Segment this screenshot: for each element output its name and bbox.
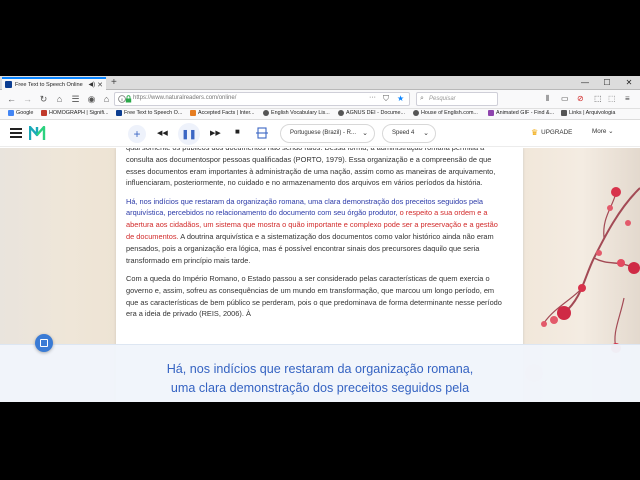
browser-window: Free Text to Speech Online ◀) ✕ + — ☐ ✕ … [0,76,640,402]
bookmark-google[interactable]: Google [8,110,33,116]
speaker-icon[interactable]: ◀) [89,81,96,88]
links-favicon-icon [561,110,567,116]
reading-mode-fab[interactable] [35,334,53,352]
subtitle-line-2: uma clara demonstração dos preceitos seg… [170,381,470,395]
maximize-button[interactable]: ☐ [596,76,618,90]
reader-toolbar: + ◀◀ ❚❚ ▶▶ ■ Portuguese (Brazil) - R... … [0,120,640,147]
accepted-facts-favicon-icon [190,110,196,116]
naturalreaders-favicon-icon [116,110,122,116]
url-bar[interactable]: https://www.naturalreaders.com/online/ ·… [114,92,410,106]
paragraph-3: Com a queda do Império Romano, o Estado … [126,273,502,319]
search-placeholder: Pesquisar [429,96,456,102]
menu-icon[interactable]: ≡ [625,94,630,103]
speed-label: Speed 4 [392,130,415,136]
globe-icon [413,110,419,116]
extension-2-icon[interactable]: ⬚ [608,94,616,103]
homograph-favicon-icon [41,110,47,116]
screen: Free Text to Speech Online ◀) ✕ + — ☐ ✕ … [0,0,640,480]
chevron-down-icon: ⌄ [423,130,429,137]
bookmark-accepted-facts[interactable]: Accepted Facts | Inter... [190,110,255,116]
bookmark-links-arquivologia[interactable]: Links | Arquivologia [561,110,615,116]
rewind-icon[interactable]: ◀◀ [157,129,168,137]
upgrade-label: UPGRADE [541,129,573,136]
library-books-icon[interactable]: ⫴ [546,94,549,104]
subtitle-overlay: Há, nos indícios que restaram da organiz… [0,344,640,402]
subtitle-line-1: Há, nos indícios que restaram da organiz… [166,362,474,376]
account-icon[interactable]: ◉ [85,93,98,106]
back-icon[interactable]: ← [5,93,18,106]
naturalreaders-favicon-icon [5,81,12,88]
page-actions-icon[interactable]: ··· [369,94,376,101]
lock-icon [125,95,132,103]
globe-icon [263,110,269,116]
bookmark-homograph[interactable]: HOMOGRAPH | Signifi... [41,110,109,116]
speed-selector[interactable]: Speed 4 ⌄ [382,124,436,143]
bookmark-star-icon[interactable]: ★ [397,94,404,103]
bookmark-house-of-english[interactable]: House of English.com... [413,110,478,116]
pocket-icon[interactable]: ☰ [69,93,82,106]
bookmarks-bar: Google HOMOGRAPH | Signifi... Free Text … [0,109,640,120]
globe-icon [338,110,344,116]
paragraph-1: qual somente os públicos dos documentos … [126,148,496,188]
close-window-button[interactable]: ✕ [618,76,640,90]
gif-favicon-icon [488,110,494,116]
tab-strip: Free Text to Speech Online ◀) ✕ + — ☐ ✕ [0,76,640,90]
new-tab-button[interactable]: + [111,76,117,89]
fast-forward-icon[interactable]: ▶▶ [210,129,221,137]
pocket-save-icon[interactable]: ⛉ [383,94,389,104]
bookmark-animated-gif[interactable]: Animated GIF - Find &... [488,110,554,116]
search-icon: ⌕ [420,95,424,102]
voice-selector[interactable]: Portuguese (Brazil) - R... ⌄ [280,124,375,143]
paragraph-2: Há, nos indícios que restaram da organiz… [126,196,504,267]
extension-icon[interactable]: ⬚ [594,94,602,103]
pause-button[interactable]: ❚❚ [178,123,200,145]
library-icon[interactable]: ⌂ [53,93,66,106]
navigation-bar: ← → ↻ ⌂ ☰ ◉ ⌂ https://www.naturalreaders… [0,90,640,109]
google-favicon-icon [8,110,14,116]
add-document-button[interactable]: + [128,125,146,143]
upgrade-button[interactable]: ♛ UPGRADE [531,128,572,137]
tab-title: Free Text to Speech Online [15,81,83,88]
reload-icon[interactable]: ↻ [37,93,50,106]
minimize-button[interactable]: — [574,76,596,90]
tab-naturalreaders[interactable]: Free Text to Speech Online ◀) ✕ [2,77,106,90]
bookmark-english-vocabulary[interactable]: English Vocabulary Lis... [263,110,330,116]
bookmark-agnus-dei[interactable]: AGNUS DEI - Docume... [338,110,405,116]
more-menu-button[interactable]: More ⌄ [592,128,613,135]
home-icon[interactable]: ⌂ [100,93,113,106]
chevron-down-icon: ⌄ [362,130,368,137]
forward-icon[interactable]: → [21,93,34,106]
hamburger-menu-icon[interactable] [10,128,22,138]
search-input[interactable]: ⌕ Pesquisar [416,92,498,106]
bookmark-free-text-to-speech[interactable]: Free Text to Speech O... [116,110,182,116]
url-text: https://www.naturalreaders.com/online/ [133,95,237,101]
naturalreaders-logo-icon[interactable] [29,126,46,141]
close-tab-icon[interactable]: ✕ [97,81,103,89]
paragraph-2-rest: A doutrina arquivística e a sistematizaç… [126,232,494,265]
crown-icon: ♛ [531,128,539,137]
stop-icon[interactable]: ■ [235,127,240,136]
voice-label: Portuguese (Brazil) - R... [290,130,357,136]
blocker-icon[interactable]: ⊘ [577,94,584,103]
scan-text-icon[interactable] [256,127,268,139]
sidebar-icon[interactable]: ▭ [561,94,569,103]
reading-mode-icon [40,339,48,347]
